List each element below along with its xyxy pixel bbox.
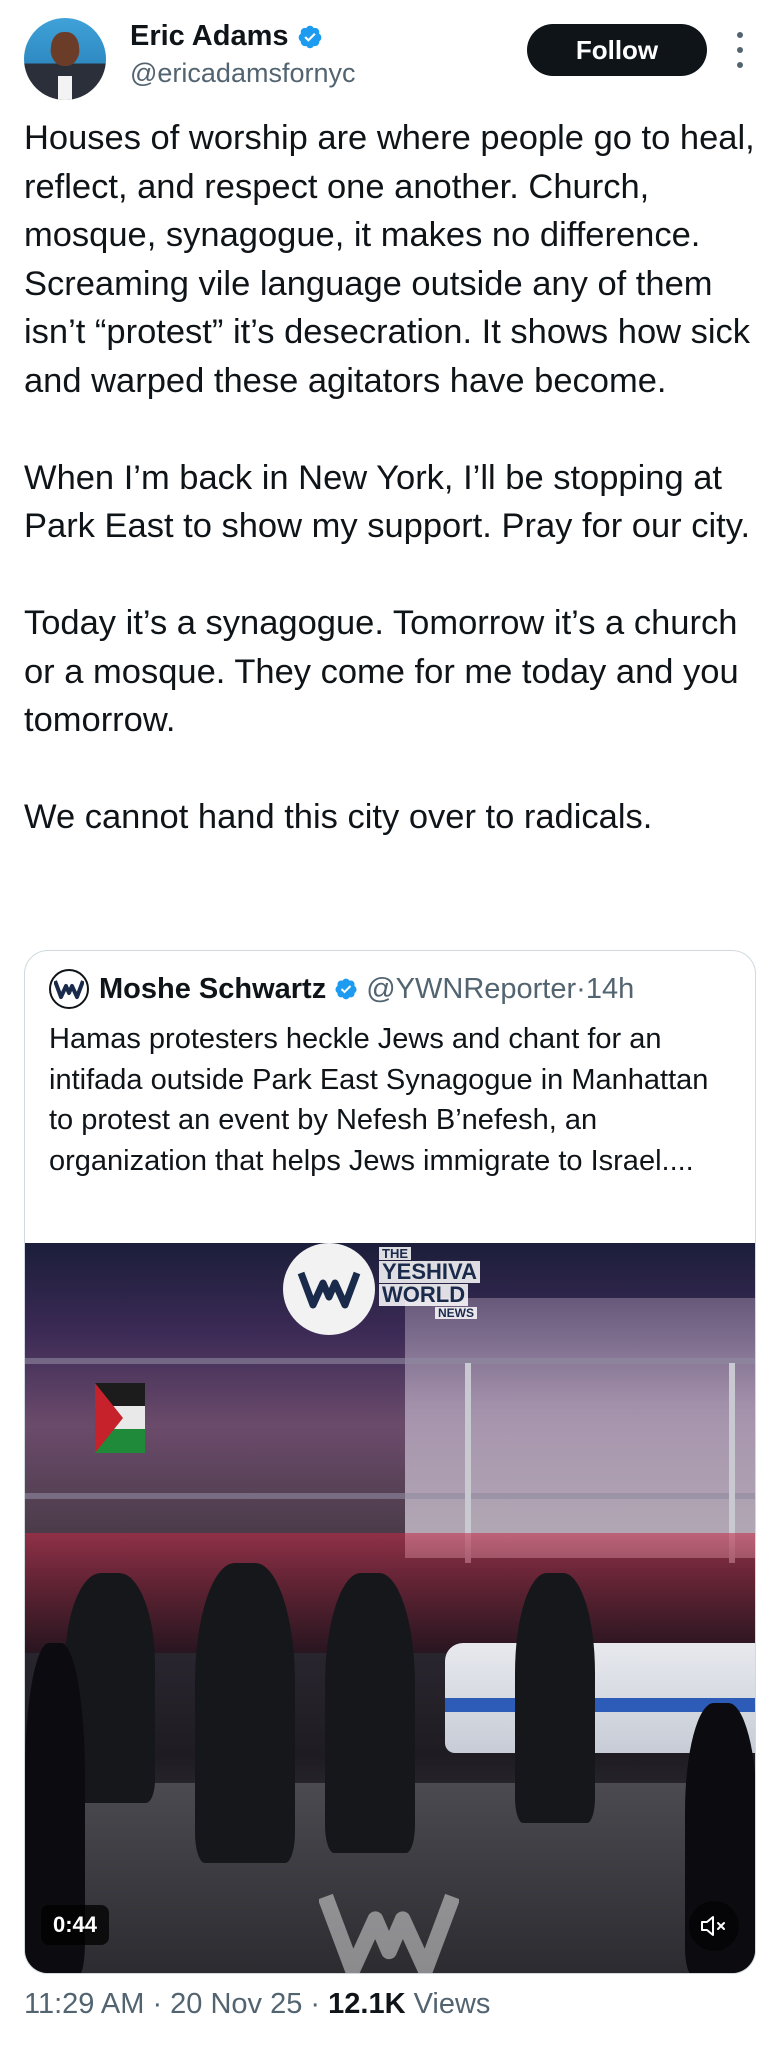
video-duration-badge: 0:44 xyxy=(41,1905,110,1945)
watermark-bottom-logo-icon xyxy=(319,1893,459,1973)
separator-dot: · xyxy=(576,972,586,1005)
tweet-metadata: 11:29 AM · 20 Nov 25 · 12.1K Views xyxy=(24,1988,491,2020)
tweet-body: Houses of worship are where people go to… xyxy=(24,114,764,842)
quoted-author-name[interactable]: Moshe Schwartz xyxy=(99,973,326,1006)
quoted-author-handle[interactable]: @YWNReporter xyxy=(366,973,576,1006)
verified-badge-icon xyxy=(298,25,321,48)
video-player[interactable]: THE YESHIVA WORLD NEWS 0:44 xyxy=(25,1243,755,1973)
yeshiva-world-news-watermark: THE YESHIVA WORLD NEWS xyxy=(283,1243,523,1335)
views-label: Views xyxy=(405,1988,491,2020)
tweet-paragraph: When I’m back in New York, I’ll be stopp… xyxy=(24,458,751,546)
tweet-paragraph: We cannot hand this city over to radical… xyxy=(24,798,653,836)
verified-badge-icon xyxy=(335,978,357,1000)
more-options-icon[interactable] xyxy=(730,32,750,68)
quoted-tweet-text: Hamas protesters heckle Jews and chant f… xyxy=(49,1023,709,1177)
mute-toggle-icon[interactable] xyxy=(689,1901,739,1951)
video-scene-officer xyxy=(195,1563,295,1863)
quoted-timestamp[interactable]: 14h xyxy=(586,973,634,1006)
tweet-paragraph: Today it’s a synagogue. Tomorrow it’s a … xyxy=(24,604,739,739)
avatar-face xyxy=(51,32,79,66)
author-handle[interactable]: @ericadamsfornyc xyxy=(130,58,355,89)
video-scene-officer xyxy=(515,1573,595,1823)
avatar-shirt xyxy=(58,76,72,100)
views-count: 12.1K xyxy=(328,1988,406,2020)
tweet-time[interactable]: 11:29 AM xyxy=(24,1988,144,2020)
tweet-header: Eric Adams @ericadamsfornyc Follow xyxy=(0,0,780,110)
author-name[interactable]: Eric Adams xyxy=(130,20,289,53)
quoted-author-avatar[interactable] xyxy=(49,969,89,1009)
tweet-paragraph: Houses of worship are where people go to… xyxy=(24,119,755,400)
quoted-tweet-header: Moshe Schwartz @YWNReporter · 14h xyxy=(49,969,634,1009)
tweet-date[interactable]: 20 Nov 25 xyxy=(170,1988,302,2020)
quoted-tweet-card[interactable]: Moshe Schwartz @YWNReporter · 14h Hamas … xyxy=(24,950,756,1974)
watermark-logo-icon xyxy=(283,1243,375,1335)
video-scene-officer xyxy=(325,1573,415,1853)
author-name-row[interactable]: Eric Adams xyxy=(130,20,323,53)
watermark-text: THE YESHIVA WORLD NEWS xyxy=(379,1247,480,1320)
author-avatar[interactable] xyxy=(24,18,106,100)
follow-button[interactable]: Follow xyxy=(527,24,707,76)
ywn-logo-icon xyxy=(54,980,84,999)
